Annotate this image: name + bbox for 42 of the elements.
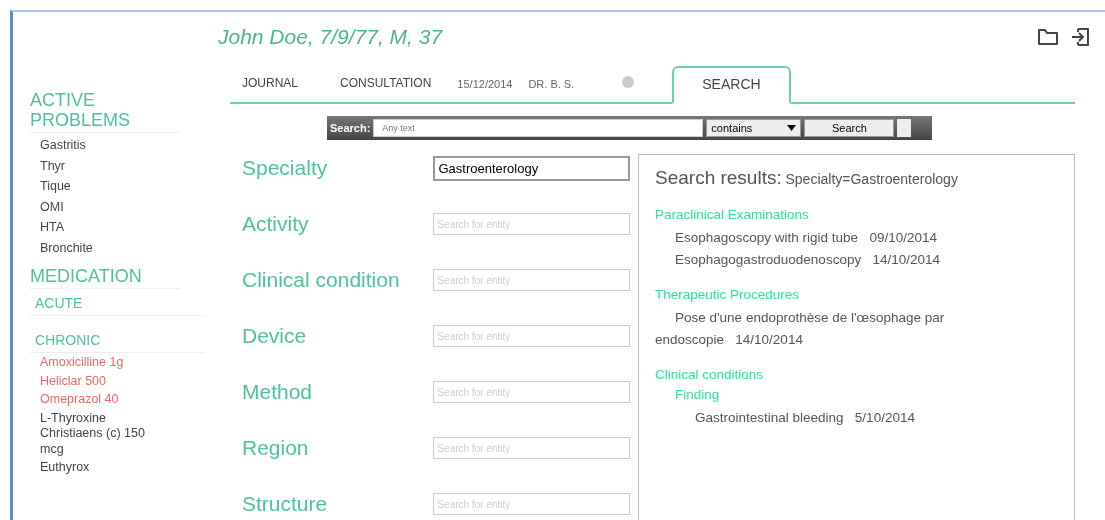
field-label: Region — [241, 436, 310, 460]
field-label: Structure — [241, 492, 329, 516]
caret-icon — [787, 125, 797, 131]
problem-item[interactable]: HTA — [40, 217, 205, 238]
medication-item[interactable]: L-Thyroxine Christiaens (c) 150 mcg — [40, 410, 165, 457]
field-label: Method — [241, 380, 314, 404]
search-label: Search: — [330, 122, 371, 134]
toolbar-button[interactable] — [897, 119, 912, 137]
problem-item[interactable]: Tique — [40, 176, 205, 197]
patient-title: John Doe, 7/9/77, M, 37 — [218, 25, 443, 49]
tab[interactable]: SEARCH — [672, 66, 791, 104]
entity-field[interactable]: Gastroenterology — [433, 155, 630, 181]
section-heading: ACTIVE PROBLEMS — [30, 90, 180, 133]
result-entry[interactable]: Pose d'une endoprothèse de l'œsophage par endoscopie 14/10/2014 — [655, 307, 995, 351]
result-category: Paraclinical Examinations — [655, 207, 810, 222]
problem-item[interactable]: OMI — [40, 196, 205, 217]
sign-in-icon[interactable] — [1069, 26, 1091, 48]
field-label: Activity — [241, 212, 310, 236]
result-category: Therapeutic Procedures — [655, 287, 801, 302]
field-label: Specialty — [241, 156, 329, 180]
result-subcategory: Finding — [675, 387, 721, 402]
tab[interactable]: CONSULTATION — [328, 76, 450, 102]
result-entry[interactable]: Gastrointestinal bleeding 5/10/2014 — [675, 407, 1015, 429]
folder-icon[interactable] — [1037, 28, 1059, 46]
result-category: Clinical conditions — [655, 367, 765, 382]
consultation-date: 15/12/2014 — [456, 78, 514, 92]
problem-item[interactable]: Gastritis — [40, 135, 205, 156]
problem-item[interactable]: Thyr — [40, 155, 205, 176]
field-label: Device — [241, 324, 308, 348]
search-field[interactable]: Any text — [373, 119, 704, 137]
tab[interactable]: JOURNAL — [230, 76, 328, 104]
problem-item[interactable]: Bronchite — [40, 237, 205, 258]
result-entry[interactable]: Esophagoscopy with rigid tube 09/10/2014 — [655, 227, 995, 249]
field-label: Clinical condition — [241, 268, 401, 292]
section-heading: MEDICATION — [30, 266, 180, 289]
medication-item[interactable]: Euthyrox — [40, 460, 165, 476]
results-title: Search results: — [655, 167, 782, 188]
result-entry[interactable]: Esophagogastroduodenoscopy 14/10/2014 — [655, 249, 995, 271]
operator-dropdown[interactable]: contains — [706, 119, 802, 137]
doctor-initials: DR. B. S. — [527, 78, 576, 92]
results-query: Specialty=Gastroenterology — [785, 171, 958, 187]
search-button[interactable]: Search — [804, 119, 895, 137]
